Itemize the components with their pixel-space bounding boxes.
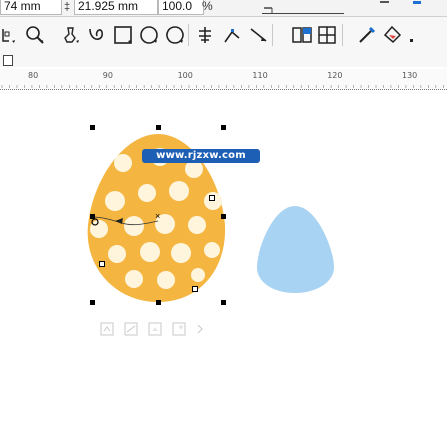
toolbar-separator — [272, 24, 273, 46]
rectangle-tool[interactable] — [112, 24, 134, 46]
fill-tool[interactable] — [382, 24, 404, 46]
secondary-toolbar — [0, 53, 447, 67]
toolbar-separator — [342, 24, 343, 46]
y-position-icon: ‡ — [64, 1, 71, 13]
object-y-position-field[interactable]: 21.925 mm — [74, 0, 158, 15]
fill-icon — [383, 25, 402, 44]
interactive-icon — [292, 27, 312, 43]
freehand-icon — [64, 27, 79, 43]
ruler-tick-label: 130 — [402, 71, 418, 80]
selection-handle-top-center[interactable] — [156, 125, 161, 130]
interactive-tool[interactable] — [291, 24, 313, 46]
path-node[interactable] — [192, 286, 198, 292]
canvas-artwork — [87, 134, 335, 302]
selection-handle-middle-left[interactable] — [90, 214, 95, 219]
ruler-tick-label: 100 — [177, 71, 193, 80]
scale-factor-field[interactable]: 100.0 — [158, 0, 204, 15]
path-node[interactable] — [209, 195, 215, 201]
scale-unit-label: % — [202, 0, 213, 13]
text-icon — [199, 27, 211, 43]
selection-handle-top-left[interactable] — [90, 125, 95, 130]
selection-handle-middle-right[interactable] — [221, 214, 226, 219]
node-edit-icon — [2, 29, 15, 43]
connector-tool[interactable] — [222, 24, 244, 46]
selection-handle-bottom-left[interactable] — [90, 300, 95, 305]
blue-egg-shape[interactable] — [256, 206, 335, 293]
selection-handle-bottom-right[interactable] — [221, 300, 226, 305]
outline-style-selector[interactable] — [262, 1, 344, 14]
eyedropper-icon — [359, 26, 376, 43]
connector-icon — [224, 29, 240, 43]
path-node[interactable] — [99, 261, 105, 267]
eyedropper-tool[interactable] — [356, 24, 378, 46]
ruler-tick-label: 120 — [327, 71, 343, 80]
freehand-tool[interactable] — [60, 24, 82, 46]
selection-handle-bottom-center[interactable] — [156, 300, 161, 305]
expand-icon[interactable] — [196, 322, 204, 336]
transparency-icon[interactable] — [172, 322, 186, 336]
smart-fill-tool[interactable] — [86, 24, 108, 46]
smart-fill-icon — [89, 28, 103, 40]
dimension-icon — [250, 28, 267, 42]
ruler-tick-label: 80 — [28, 71, 39, 80]
outline-icon[interactable] — [124, 322, 138, 336]
object-width-field[interactable]: 74 mm — [0, 0, 62, 15]
ruler-tick-label: 90 — [102, 71, 113, 80]
ellipse-icon — [140, 26, 158, 44]
center-mark-icon: × — [155, 211, 161, 221]
minimize-icon[interactable] — [380, 1, 389, 3]
dimension-tool[interactable] — [248, 24, 270, 46]
more-tools-icon[interactable] — [410, 39, 413, 42]
ruler-tick-label: 110 — [252, 71, 268, 80]
selection-handle-top-right[interactable] — [221, 125, 226, 130]
fill-options-icon[interactable] — [148, 322, 162, 336]
zoom-tool[interactable] — [24, 24, 46, 46]
polygon-tool[interactable] — [164, 24, 186, 46]
rectangle-icon — [114, 26, 132, 44]
text-tool[interactable] — [194, 24, 216, 46]
layout-icon[interactable] — [100, 322, 114, 336]
ruler-ticks — [1, 85, 444, 88]
node-edit-tool[interactable] — [0, 24, 22, 46]
outline-style-preview-icon — [264, 7, 273, 13]
ellipse-tool[interactable] — [138, 24, 160, 46]
page-icon[interactable] — [3, 55, 13, 66]
watermark-logo: www.rjzxw.com — [142, 149, 260, 163]
table-tool[interactable] — [316, 24, 338, 46]
toolbar-separator — [188, 24, 189, 46]
docker-icon[interactable] — [413, 1, 421, 4]
zoom-icon — [26, 26, 44, 44]
table-icon — [318, 26, 336, 44]
floating-property-toolbar — [100, 322, 216, 336]
polygon-icon — [166, 26, 184, 44]
